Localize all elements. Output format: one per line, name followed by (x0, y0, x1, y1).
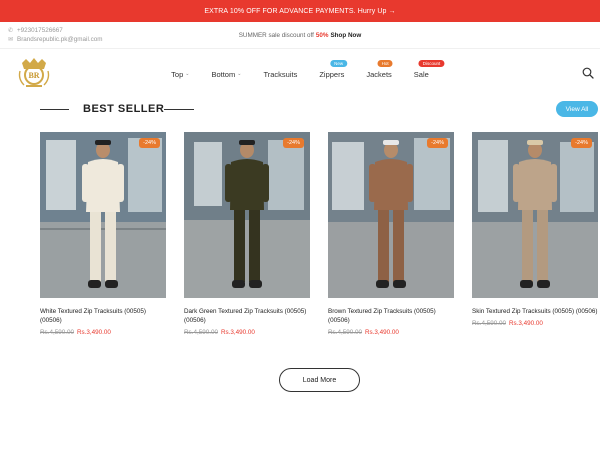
title-divider-left (40, 109, 69, 110)
nav-tracksuits-label: Tracksuits (263, 69, 298, 79)
header-icons (582, 67, 594, 79)
original-price: Rs.4,590.00 (472, 320, 506, 327)
promo-bar[interactable]: EXTRA 10% OFF FOR ADVANCE PAYMENTS. Hurr… (0, 0, 600, 22)
original-price: Rs.4,590.00 (40, 329, 74, 336)
mail-icon: ✉ (8, 36, 14, 43)
product-image[interactable]: -24% (328, 132, 454, 298)
phone-row[interactable]: ✆ +923017526667 (8, 26, 103, 35)
sale-price: Rs.3,490.00 (364, 329, 399, 336)
promo-text: EXTRA 10% OFF FOR ADVANCE PAYMENTS. Hurr… (204, 7, 396, 15)
email-address: Brandsrepublic.pk@gmail.com (17, 36, 103, 43)
nav-bottom-label: Bottom (211, 69, 236, 79)
product-image[interactable]: -24% (472, 132, 598, 298)
product-card[interactable]: -24% Dark Green Textured Zip Tracksuits … (184, 132, 310, 336)
nav-bottom[interactable]: Bottom ⌄ (211, 70, 241, 79)
chevron-down-icon: ⌄ (237, 71, 242, 77)
main-nav: Top ⌄ Bottom ⌄ Tracksuits New Zippers Ho… (0, 49, 600, 99)
summer-discount: 50% (315, 32, 329, 39)
nav-tracksuits[interactable]: Tracksuits (263, 70, 297, 79)
product-grid: -24% White Textured Zip Tracksuits (0050… (40, 132, 598, 342)
nav-top[interactable]: Top ⌄ (171, 70, 189, 79)
nav-jackets-label: Jackets (366, 69, 392, 79)
sale-price: Rs.3,490.00 (220, 329, 255, 336)
best-seller-header: BEST SELLER View All (0, 99, 600, 121)
search-icon[interactable] (582, 67, 594, 79)
discount-tag: -24% (571, 138, 592, 148)
product-prices: Rs.4,590.00 Rs.3,490.00 (472, 320, 598, 327)
product-name[interactable]: Skin Textured Zip Tracksuits (00505) (00… (472, 307, 598, 316)
product-card[interactable]: -24% Brown Textured Zip Tracksuits (0050… (328, 132, 454, 336)
discount-badge: Discount (418, 59, 445, 67)
product-prices: Rs.4,590.00 Rs.3,490.00 (40, 329, 166, 336)
phone-icon: ✆ (8, 27, 14, 34)
product-name[interactable]: Brown Textured Zip Tracksuits (00505) (0… (328, 307, 454, 325)
original-price: Rs.4,590.00 (328, 329, 362, 336)
view-all-button[interactable]: View All (556, 101, 598, 117)
product-image[interactable]: -24% (40, 132, 166, 298)
info-bar: ✆ +923017526667 ✉ Brandsrepublic.pk@gmai… (0, 22, 600, 49)
title-divider-right (164, 109, 194, 110)
next-section-edge (0, 440, 600, 450)
site-header: BR Top ⌄ Bottom ⌄ Tracksuits New Zippers… (0, 49, 600, 99)
phone-number: +923017526667 (17, 27, 63, 34)
product-card[interactable]: -24% White Textured Zip Tracksuits (0050… (40, 132, 166, 336)
new-badge: New (330, 59, 348, 67)
product-name[interactable]: White Textured Zip Tracksuits (00505) (0… (40, 307, 166, 325)
discount-tag: -24% (139, 138, 160, 148)
product-prices: Rs.4,590.00 Rs.3,490.00 (184, 329, 310, 336)
product-name[interactable]: Dark Green Textured Zip Tracksuits (0050… (184, 307, 310, 325)
chevron-down-icon: ⌄ (185, 71, 190, 77)
nav-jackets[interactable]: Hot Jackets (366, 59, 393, 79)
nav-sale[interactable]: Discount Sale (413, 59, 445, 79)
shop-now-link[interactable]: Shop Now (330, 32, 361, 39)
email-row[interactable]: ✉ Brandsrepublic.pk@gmail.com (8, 35, 103, 44)
contact-info: ✆ +923017526667 ✉ Brandsrepublic.pk@gmai… (8, 26, 103, 44)
nav-top-label: Top (171, 69, 184, 79)
product-card[interactable]: -24% Skin Textured Zip Tracksuits (00505… (472, 132, 598, 327)
section-title: BEST SELLER (83, 103, 165, 115)
nav-zippers[interactable]: New Zippers (319, 59, 348, 79)
nav-zippers-label: Zippers (319, 69, 345, 79)
discount-tag: -24% (283, 138, 304, 148)
nav-sale-label: Sale (413, 69, 429, 79)
discount-tag: -24% (427, 138, 448, 148)
load-more-button[interactable]: Load More (279, 368, 360, 392)
summer-text: SUMMER sale discount off (238, 32, 314, 39)
product-image[interactable]: -24% (184, 132, 310, 298)
original-price: Rs.4,590.00 (184, 329, 218, 336)
product-prices: Rs.4,590.00 Rs.3,490.00 (328, 329, 454, 336)
sale-price: Rs.3,490.00 (76, 329, 111, 336)
hot-badge: Hot (377, 59, 393, 67)
sale-price: Rs.3,490.00 (508, 320, 543, 327)
